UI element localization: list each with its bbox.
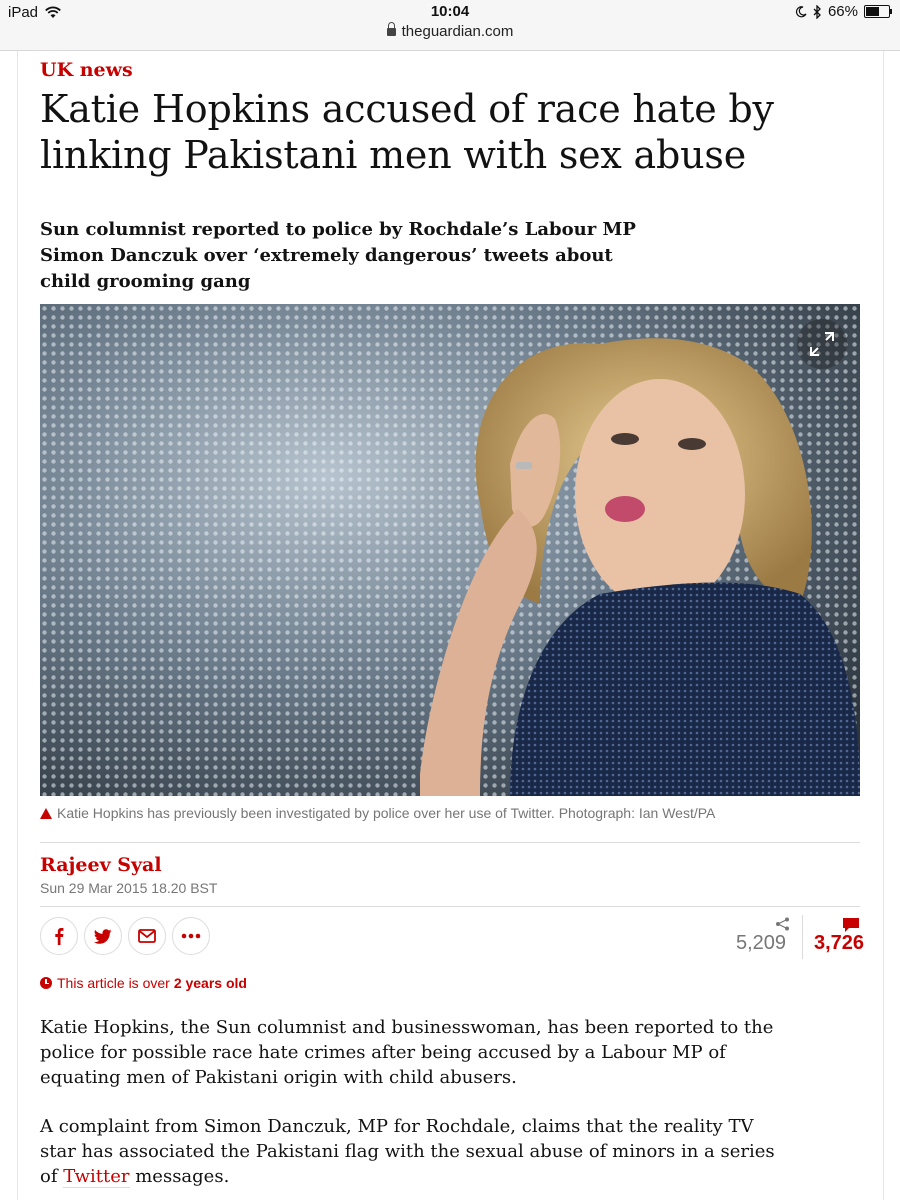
lock-icon bbox=[386, 22, 396, 36]
address-bar[interactable]: theguardian.com bbox=[0, 22, 900, 40]
battery-fill bbox=[866, 7, 880, 16]
share-count-icon bbox=[776, 917, 789, 931]
share-count: 5,209 bbox=[736, 932, 787, 954]
article-paragraph: A complaint from Simon Danczuk, MP for R… bbox=[40, 1114, 780, 1189]
facebook-icon bbox=[55, 928, 64, 945]
status-bar: iPad 10:04 theguardian.com 66% bbox=[0, 0, 900, 51]
clock: 10:04 bbox=[430, 3, 470, 20]
moon-icon bbox=[795, 5, 807, 17]
photo-caption: Katie Hopkins has previously been invest… bbox=[40, 805, 715, 821]
comment-icon bbox=[843, 918, 859, 932]
expand-icon bbox=[810, 332, 834, 356]
age-notice-prefix: This article is over bbox=[57, 975, 170, 991]
battery-percent: 66% bbox=[827, 3, 858, 20]
email-icon bbox=[138, 929, 156, 943]
article-paragraph: Katie Hopkins, the Sun columnist and bus… bbox=[40, 1017, 774, 1088]
twitter-link[interactable]: Twitter bbox=[63, 1166, 130, 1188]
standfirst: Sun columnist reported to police by Roch… bbox=[40, 219, 636, 292]
share-facebook-button[interactable] bbox=[40, 917, 78, 955]
divider bbox=[40, 906, 860, 907]
article-age-notice: This article is over 2 years old bbox=[40, 975, 247, 991]
battery-icon bbox=[864, 5, 892, 18]
share-email-button[interactable] bbox=[128, 917, 166, 955]
paragraph-end: messages. bbox=[135, 1166, 230, 1187]
more-icon bbox=[181, 933, 201, 939]
divider bbox=[40, 842, 860, 843]
article-photo[interactable] bbox=[40, 304, 860, 796]
url-text: theguardian.com bbox=[401, 23, 514, 40]
section-label[interactable]: UK news bbox=[40, 59, 133, 81]
clock-icon bbox=[40, 977, 52, 989]
byline[interactable]: Rajeev Syal bbox=[40, 854, 162, 876]
age-notice-value: 2 years old bbox=[173, 975, 247, 991]
caption-triangle-icon bbox=[40, 808, 52, 819]
share-more-button[interactable] bbox=[172, 917, 210, 955]
bluetooth-icon bbox=[813, 4, 821, 19]
caption-text: Katie Hopkins has previously been invest… bbox=[57, 805, 716, 821]
headline: Katie Hopkins accused of race hate by li… bbox=[40, 87, 774, 177]
count-separator bbox=[802, 915, 803, 959]
comment-count[interactable]: 3,726 bbox=[814, 932, 864, 955]
twitter-icon bbox=[94, 928, 112, 944]
expand-photo-button[interactable] bbox=[797, 319, 847, 369]
publish-date: Sun 29 Mar 2015 18.20 BST bbox=[40, 880, 218, 896]
share-twitter-button[interactable] bbox=[84, 917, 122, 955]
status-right: 66% bbox=[795, 3, 892, 20]
